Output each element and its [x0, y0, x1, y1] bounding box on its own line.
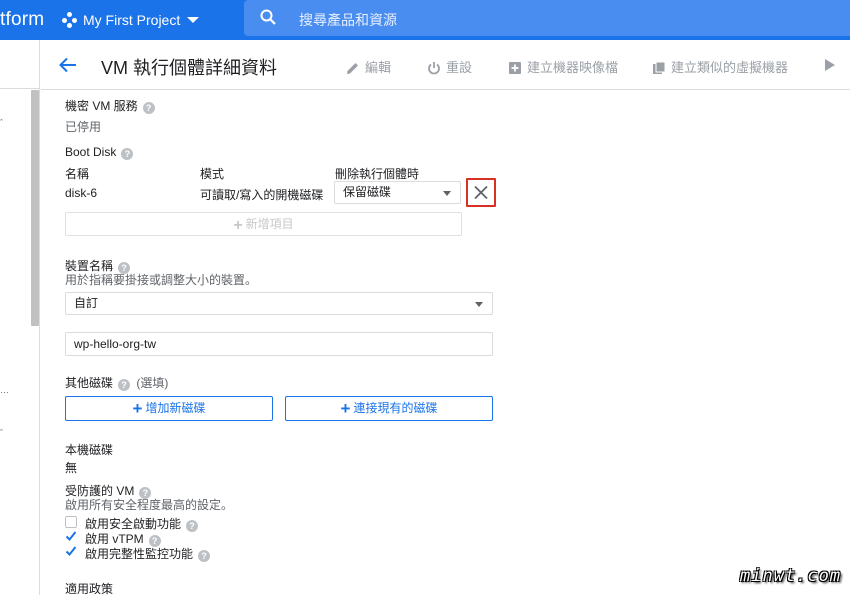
back-arrow-icon[interactable] — [59, 57, 77, 73]
confidential-vm-label: 機密 VM 服務? — [65, 97, 155, 114]
plus-icon: + — [132, 399, 143, 418]
other-disks-label: 其他磁碟? (選填) — [65, 376, 169, 391]
on-delete-select[interactable]: 保留磁碟 — [334, 181, 461, 204]
device-name-description: 用於指稱要掛接或調整大小的裝置。 — [65, 273, 258, 287]
play-icon — [825, 59, 835, 71]
create-similar-vm-button[interactable]: 建立類似的虛擬機器 — [652, 57, 788, 76]
help-icon[interactable]: ? — [118, 379, 131, 391]
top-app-bar: tform My First Project 搜尋產品和資源 — [0, 0, 850, 40]
plus-icon: + — [233, 217, 243, 234]
nav-divider — [0, 88, 40, 89]
device-name-input[interactable]: wp-hello-org-tw — [65, 332, 493, 356]
create-similar-vm-label: 建立類似的虛擬機器 — [671, 60, 789, 75]
column-header-on-delete: 刪除執行個體時 — [335, 167, 420, 181]
start-button[interactable] — [823, 57, 842, 72]
boot-disk-label: Boot Disk? — [65, 145, 134, 160]
integrity-monitoring-option: 啟用完整性監控功能? — [85, 545, 211, 562]
add-box-icon — [509, 62, 521, 74]
secure-boot-checkbox[interactable] — [65, 516, 77, 528]
watermark: minwt.com — [740, 566, 842, 586]
edit-button[interactable]: 編輯 — [346, 57, 391, 76]
dropdown-arrow-icon — [475, 301, 483, 307]
pencil-icon — [347, 63, 358, 74]
column-header-mode: 模式 — [200, 167, 225, 181]
reset-label: 重設 — [446, 60, 473, 75]
copy-icon — [653, 61, 666, 74]
local-disk-label: 本機磁碟 — [65, 443, 114, 457]
add-item-button[interactable]: + 新增項目 — [65, 212, 462, 236]
close-icon — [474, 185, 488, 200]
edit-label: 編輯 — [365, 60, 392, 75]
project-selector[interactable]: My First Project — [83, 12, 180, 28]
page-header: VM 執行個體詳細資料 編輯 重設 建立機器映像檔 建立類似的虛擬機器 — [41, 40, 850, 90]
project-hexagon-icon[interactable] — [62, 12, 78, 28]
search-input[interactable]: 搜尋產品和資源 — [299, 10, 397, 30]
search-bar[interactable]: 搜尋產品和資源 — [244, 0, 850, 36]
remove-disk-button[interactable] — [466, 178, 496, 207]
local-disk-value: 無 — [65, 461, 78, 475]
create-machine-image-button[interactable]: 建立機器映像檔 — [508, 57, 618, 76]
more-icon[interactable]: … — [0, 385, 9, 395]
confidential-vm-value: 已停用 — [65, 120, 102, 134]
vtpm-checkbox[interactable] — [65, 530, 77, 542]
column-header-name: 名稱 — [65, 167, 90, 181]
boot-disk-name: disk-6 — [65, 186, 98, 200]
chevron-up-icon[interactable]: ˆ — [0, 118, 3, 128]
optional-tag: (選填) — [136, 376, 169, 390]
add-new-disk-button[interactable]: + 增加新磁碟 — [65, 396, 273, 421]
chevron-up-icon[interactable]: ˆ — [0, 428, 3, 438]
help-icon[interactable]: ? — [186, 520, 199, 532]
device-name-select[interactable]: 自訂 — [65, 292, 493, 315]
page-title: VM 執行個體詳細資料 — [101, 58, 278, 78]
integrity-monitoring-checkbox[interactable] — [65, 545, 77, 557]
power-icon — [428, 62, 440, 75]
scrollbar-thumb[interactable] — [31, 90, 39, 326]
shielded-vm-description: 啟用所有安全程度最高的設定。 — [65, 498, 234, 512]
help-icon[interactable]: ? — [198, 550, 211, 562]
policy-label: 適用政策 — [65, 582, 114, 595]
boot-disk-mode: 可讀取/寫入的開機磁碟 — [200, 188, 324, 202]
reset-button[interactable]: 重設 — [427, 57, 472, 76]
chevron-down-icon[interactable] — [187, 17, 199, 23]
help-icon[interactable]: ? — [142, 102, 155, 114]
attach-existing-disk-button[interactable]: + 連接現有的磁碟 — [285, 396, 493, 421]
dropdown-arrow-icon — [443, 190, 451, 196]
help-icon[interactable]: ? — [121, 148, 134, 160]
plus-icon: + — [340, 399, 351, 418]
search-icon — [260, 9, 276, 25]
create-machine-image-label: 建立機器映像檔 — [527, 60, 619, 75]
brand-logo-text: tform — [0, 9, 45, 30]
